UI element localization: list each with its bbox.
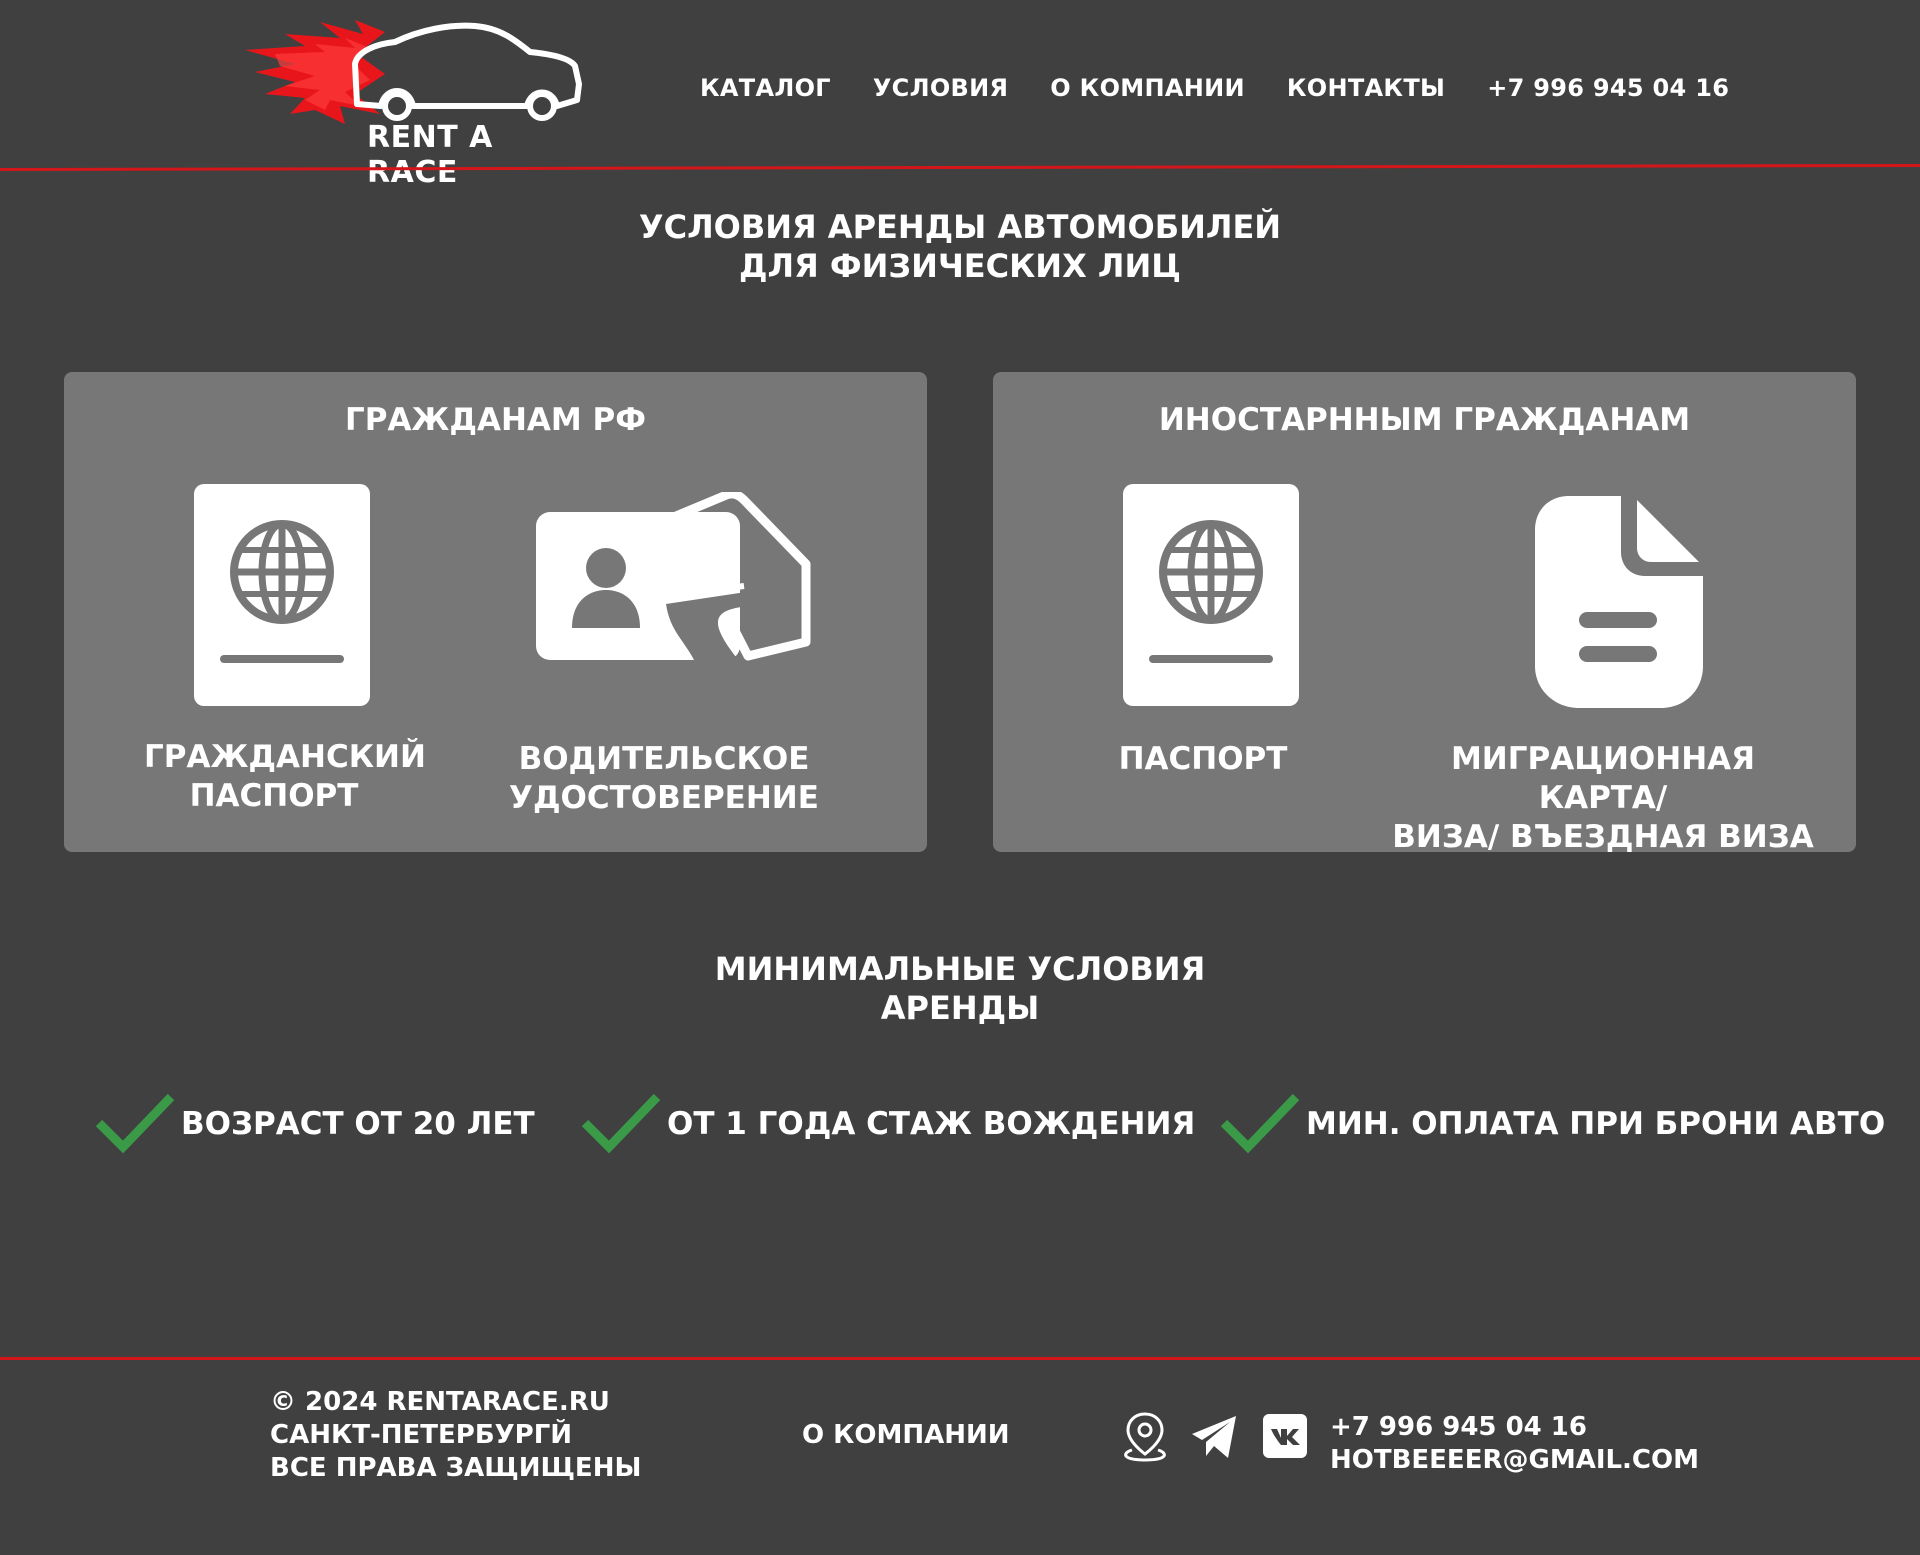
condition-text: ВОЗРАСТ ОТ 20 ЛЕТ <box>181 1106 535 1142</box>
vk-icon[interactable] <box>1263 1414 1307 1458</box>
footer-about-link[interactable]: О КОМПАНИИ <box>802 1419 1010 1452</box>
page-title-line-2: ДЛЯ ФИЗИЧЕСКИХ ЛИЦ <box>739 247 1181 285</box>
doc-label: ГРАЖДАНСКИЙ ПАСПОРТ <box>144 738 426 816</box>
footer-phone[interactable]: +7 996 945 04 16 <box>1330 1411 1699 1444</box>
condition-age: ВОЗРАСТ ОТ 20 ЛЕТ <box>95 1093 535 1155</box>
card-title: ГРАЖДАНАМ РФ <box>344 402 647 438</box>
driver-license-icon <box>536 492 811 664</box>
nav-conditions[interactable]: УСЛОВИЯ <box>873 74 1008 102</box>
condition-text: ОТ 1 ГОДА СТАЖ ВОЖДЕНИЯ <box>667 1106 1196 1142</box>
min-conditions-title: МИНИМАЛЬНЫЕ УСЛОВИЯ АРЕНДЫ <box>0 950 1920 1028</box>
doc-label-line: ВИЗА/ ВЪЕЗДНАЯ ВИЗА <box>1392 819 1814 855</box>
card-title: ИНОСТАРННЫМ ГРАЖДАНАМ <box>1158 402 1691 438</box>
page-title-line-1: УСЛОВИЯ АРЕНДЫ АВТОМОБИЛЕЙ <box>638 208 1282 246</box>
nav-contacts[interactable]: КОНТАКТЫ <box>1287 74 1445 102</box>
page-title: УСЛОВИЯ АРЕНДЫ АВТОМОБИЛЕЙ ДЛЯ ФИЗИЧЕСКИ… <box>0 208 1920 286</box>
footer-divider <box>0 1357 1920 1360</box>
doc-label: ПАСПОРТ <box>1073 740 1333 779</box>
section-title-line-2: АРЕНДЫ <box>880 989 1040 1027</box>
logo[interactable]: RENT A RACE <box>245 14 585 190</box>
nav-about[interactable]: О КОМПАНИИ <box>1050 74 1245 102</box>
checkmark-icon <box>581 1093 661 1154</box>
nav-phone[interactable]: +7 996 945 04 16 <box>1487 74 1729 102</box>
doc-label-line: МИГРАЦИОННАЯ КАРТА/ <box>1450 741 1756 816</box>
document-icon <box>1535 496 1703 708</box>
doc-label-line: ВОДИТЕЛЬСКОЕ <box>518 741 810 777</box>
card-russian-citizens: ГРАЖДАНАМ РФ ГРАЖДАНСКИЙ ПАСПОРТ ВОДИТЕЛ… <box>64 372 927 852</box>
condition-payment: МИН. ОПЛАТА ПРИ БРОНИ АВТО <box>1220 1093 1885 1155</box>
checkmark-icon <box>1220 1093 1300 1154</box>
logo-text: RENT A RACE <box>367 120 493 190</box>
footer-info: © 2024 RENTARACE.RU САНКТ-ПЕТЕРБУРГЙ ВСЕ… <box>270 1386 641 1485</box>
location-pin-icon[interactable] <box>1118 1410 1172 1464</box>
footer-city: САНКТ-ПЕТЕРБУРГЙ <box>270 1420 573 1450</box>
passport-icon <box>194 484 370 706</box>
condition-text: МИН. ОПЛАТА ПРИ БРОНИ АВТО <box>1306 1106 1886 1142</box>
car-flame-logo-icon <box>245 20 582 124</box>
doc-label-line: УДОСТОВЕРЕНИЕ <box>509 780 819 816</box>
footer-contacts: +7 996 945 04 16 HOTBEEEER@GMAIL.COM <box>1330 1411 1699 1477</box>
site-header: RENT A RACE КАТАЛОГ УСЛОВИЯ О КОМПАНИИ К… <box>0 0 1920 190</box>
doc-label-line: ГРАЖДАНСКИЙ <box>144 739 426 775</box>
main-nav: КАТАЛОГ УСЛОВИЯ О КОМПАНИИ КОНТАКТЫ +7 9… <box>700 74 1729 102</box>
checkmark-icon <box>95 1093 175 1154</box>
doc-label-line: ПАСПОРТ <box>1118 741 1288 777</box>
telegram-icon[interactable] <box>1190 1414 1240 1460</box>
doc-label: МИГРАЦИОННАЯ КАРТА/ ВИЗА/ ВЪЕЗДНАЯ ВИЗА <box>1383 740 1823 857</box>
footer-copyright: © 2024 RENTARACE.RU <box>270 1387 610 1417</box>
footer-rights: ВСЕ ПРАВА ЗАЩИЩЕНЫ <box>270 1453 642 1483</box>
passport-icon <box>1123 484 1299 706</box>
section-title-line-1: МИНИМАЛЬНЫЕ УСЛОВИЯ <box>714 950 1206 988</box>
doc-label: ВОДИТЕЛЬСКОЕ УДОСТОВЕРЕНИЕ <box>504 740 824 818</box>
condition-experience: ОТ 1 ГОДА СТАЖ ВОЖДЕНИЯ <box>581 1093 1195 1155</box>
nav-catalog[interactable]: КАТАЛОГ <box>700 74 831 102</box>
footer-email[interactable]: HOTBEEEER@GMAIL.COM <box>1330 1444 1699 1477</box>
doc-label-line: ПАСПОРТ <box>189 778 359 814</box>
card-foreign-citizens: ИНОСТАРННЫМ ГРАЖДАНАМ ПАСПОРТ МИГРАЦИОНН… <box>993 372 1856 855</box>
